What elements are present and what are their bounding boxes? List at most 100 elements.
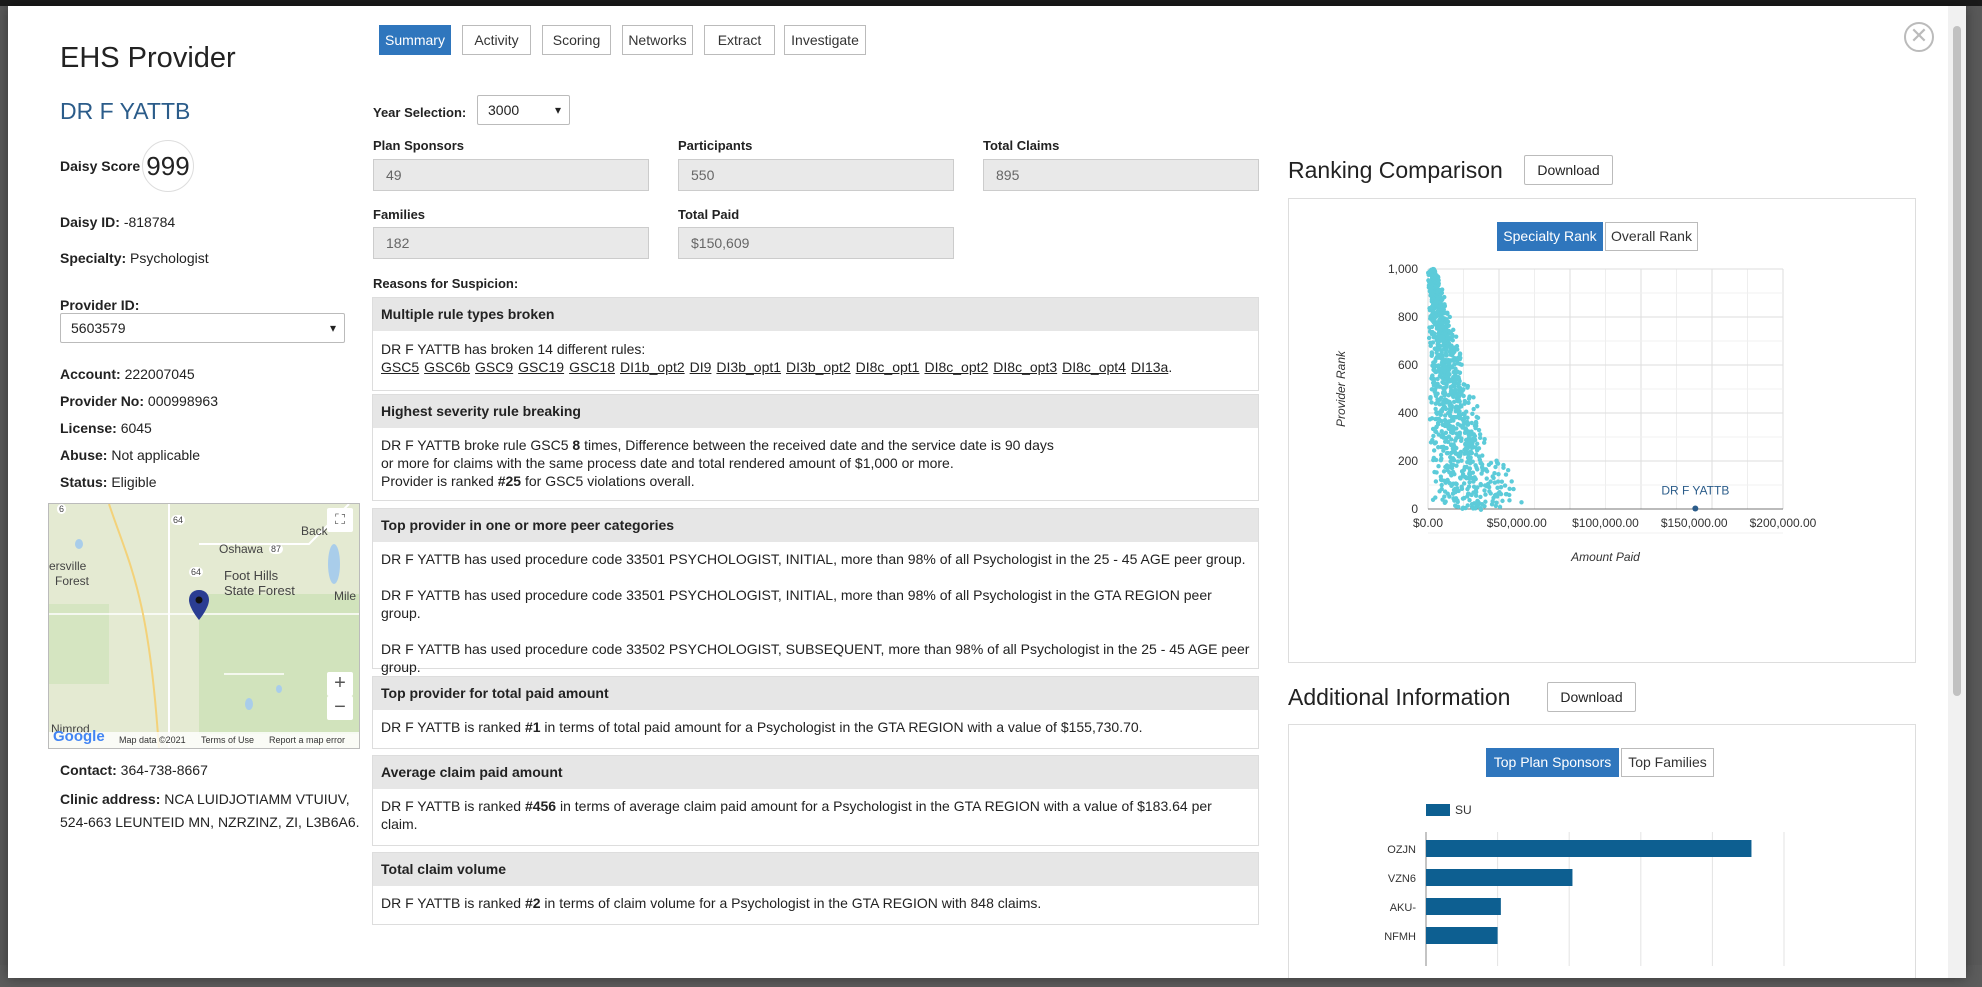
scatter-point [1478, 481, 1483, 487]
map-zoom-out-button[interactable]: − [327, 696, 353, 720]
tab-activity[interactable]: Activity [462, 25, 531, 55]
rule-link[interactable]: DI13a [1131, 359, 1168, 375]
top-families-toggle[interactable]: Top Families [1621, 748, 1714, 777]
rule-link[interactable]: GSC9 [475, 359, 513, 375]
scatter-point [1434, 470, 1439, 475]
scatter-point [1488, 460, 1494, 466]
map-fullscreen-button[interactable]: ⛶ [327, 508, 353, 532]
section-header: Total claim volume [373, 853, 1258, 886]
top-sponsors-bar-chart: SU OZJN VZN6 AKU- NFMH [1384, 803, 1785, 966]
scatter-point [1444, 463, 1450, 468]
scrollbar-thumb[interactable] [1953, 26, 1961, 696]
rule-link[interactable]: DI8c_opt2 [924, 359, 988, 375]
scatter-point [1430, 437, 1435, 443]
total-claims-field: 895 [983, 159, 1259, 191]
map-pin-icon[interactable] [189, 590, 209, 620]
rule-link[interactable]: GSC19 [518, 359, 564, 375]
tab-networks[interactable]: Networks [622, 25, 693, 55]
rule-link[interactable]: GSC5 [381, 359, 419, 375]
scatter-point [1483, 499, 1488, 504]
category-label: OZJN [1387, 844, 1416, 856]
map-zoom-in-button[interactable]: + [327, 672, 353, 696]
tab-extract[interactable]: Extract [704, 25, 775, 55]
text: DR F YATTB is ranked [381, 719, 525, 735]
scatter-point [1430, 340, 1436, 345]
y-tick-label: 200 [1398, 454, 1418, 468]
bar [1426, 840, 1752, 857]
section-total-paid: Top provider for total paid amount DR F … [372, 676, 1259, 749]
scatter-point [1473, 452, 1479, 457]
scatter-point [1466, 484, 1472, 489]
top-plan-sponsors-toggle[interactable]: Top Plan Sponsors [1486, 748, 1619, 777]
rank: #25 [497, 473, 522, 489]
scatter-point [1469, 420, 1474, 426]
tab-investigate[interactable]: Investigate [784, 25, 866, 55]
section-highest-severity: Highest severity rule breaking DR F YATT… [372, 394, 1259, 501]
scatter-point [1478, 494, 1483, 500]
reasons-label: Reasons for Suspicion: [373, 276, 519, 291]
scatter-point [1482, 437, 1487, 442]
scatter-point [1445, 450, 1451, 456]
map-terrain [49, 504, 359, 748]
highlight-label: DR F YATTB [1661, 484, 1729, 498]
scatter-point [1426, 278, 1431, 283]
severity-line-2: or more for claims with the same process… [381, 455, 954, 471]
scatter-point [1507, 498, 1512, 503]
scatter-point [1461, 481, 1467, 486]
rule-link[interactable]: GSC6b [424, 359, 470, 375]
plan-sponsors-field: 49 [373, 159, 649, 191]
ranking-download-button[interactable]: Download [1524, 155, 1613, 185]
map-label: Oshawa [219, 542, 264, 556]
contact-row: Contact: 364-738-8667 [60, 759, 360, 782]
overall-rank-toggle[interactable]: Overall Rank [1605, 222, 1698, 251]
text: Provider is ranked [381, 473, 498, 489]
map-terms-link[interactable]: Terms of Use [201, 735, 254, 745]
year-select[interactable]: 3000 ▾ [477, 95, 570, 125]
rule-link[interactable]: DI8c_opt1 [856, 359, 920, 375]
specialty-rank-toggle[interactable]: Specialty Rank [1497, 222, 1603, 251]
scatter-point [1475, 415, 1481, 420]
scatter-point [1446, 434, 1452, 439]
participants-field: 550 [678, 159, 954, 191]
category-label: VZN6 [1388, 873, 1416, 885]
scatter-point [1443, 430, 1449, 436]
scatter-point [1484, 476, 1489, 481]
scatter-point [1431, 455, 1437, 461]
scatter-point [1433, 479, 1439, 484]
rule-link[interactable]: DI3b_opt1 [716, 359, 781, 375]
rule-link[interactable]: DI1b_opt2 [620, 359, 685, 375]
rule-link[interactable]: DI8c_opt4 [1062, 359, 1126, 375]
section-header: Highest severity rule breaking [373, 395, 1258, 428]
scatter-point [1434, 416, 1439, 422]
scatter-point [1475, 498, 1480, 504]
scatter-point [1436, 464, 1441, 469]
scatter-point [1495, 479, 1501, 484]
rule-link[interactable]: DI9 [690, 359, 712, 375]
text: DR F YATTB is ranked [381, 895, 525, 911]
scatter-point [1477, 432, 1483, 437]
abuse-value: Not applicable [111, 447, 201, 463]
total-paid-label: Total Paid [678, 207, 740, 222]
scatter-point [1467, 394, 1472, 399]
additional-download-button[interactable]: Download [1547, 682, 1636, 712]
rule-link[interactable]: DI8c_opt3 [993, 359, 1057, 375]
daisy-score-badge: 999 [142, 140, 194, 192]
close-icon[interactable]: ✕ [1904, 22, 1934, 52]
map-report-link[interactable]: Report a map error [269, 735, 345, 745]
scatter-point [1442, 439, 1448, 444]
status-label: Status: [60, 474, 108, 490]
rule-link[interactable]: GSC18 [569, 359, 615, 375]
scatter-point [1472, 475, 1477, 480]
modal-scrollbar[interactable] [1948, 6, 1966, 978]
rank: #456 [524, 798, 557, 814]
provider-id-select[interactable]: 5603579 ▾ [60, 313, 345, 343]
bar [1426, 927, 1498, 944]
tab-summary[interactable]: Summary [379, 25, 451, 55]
provider-no-label: Provider No: [60, 393, 145, 409]
rule-link[interactable]: DI3b_opt2 [786, 359, 851, 375]
tab-scoring[interactable]: Scoring [542, 25, 611, 55]
y-tick-label: 0 [1411, 502, 1418, 516]
location-map[interactable]: Oshawa Foot Hills State Forest ersville … [48, 503, 360, 749]
year-select-value: 3000 [488, 102, 520, 118]
text: DR F YATTB broke rule GSC5 [381, 437, 573, 453]
